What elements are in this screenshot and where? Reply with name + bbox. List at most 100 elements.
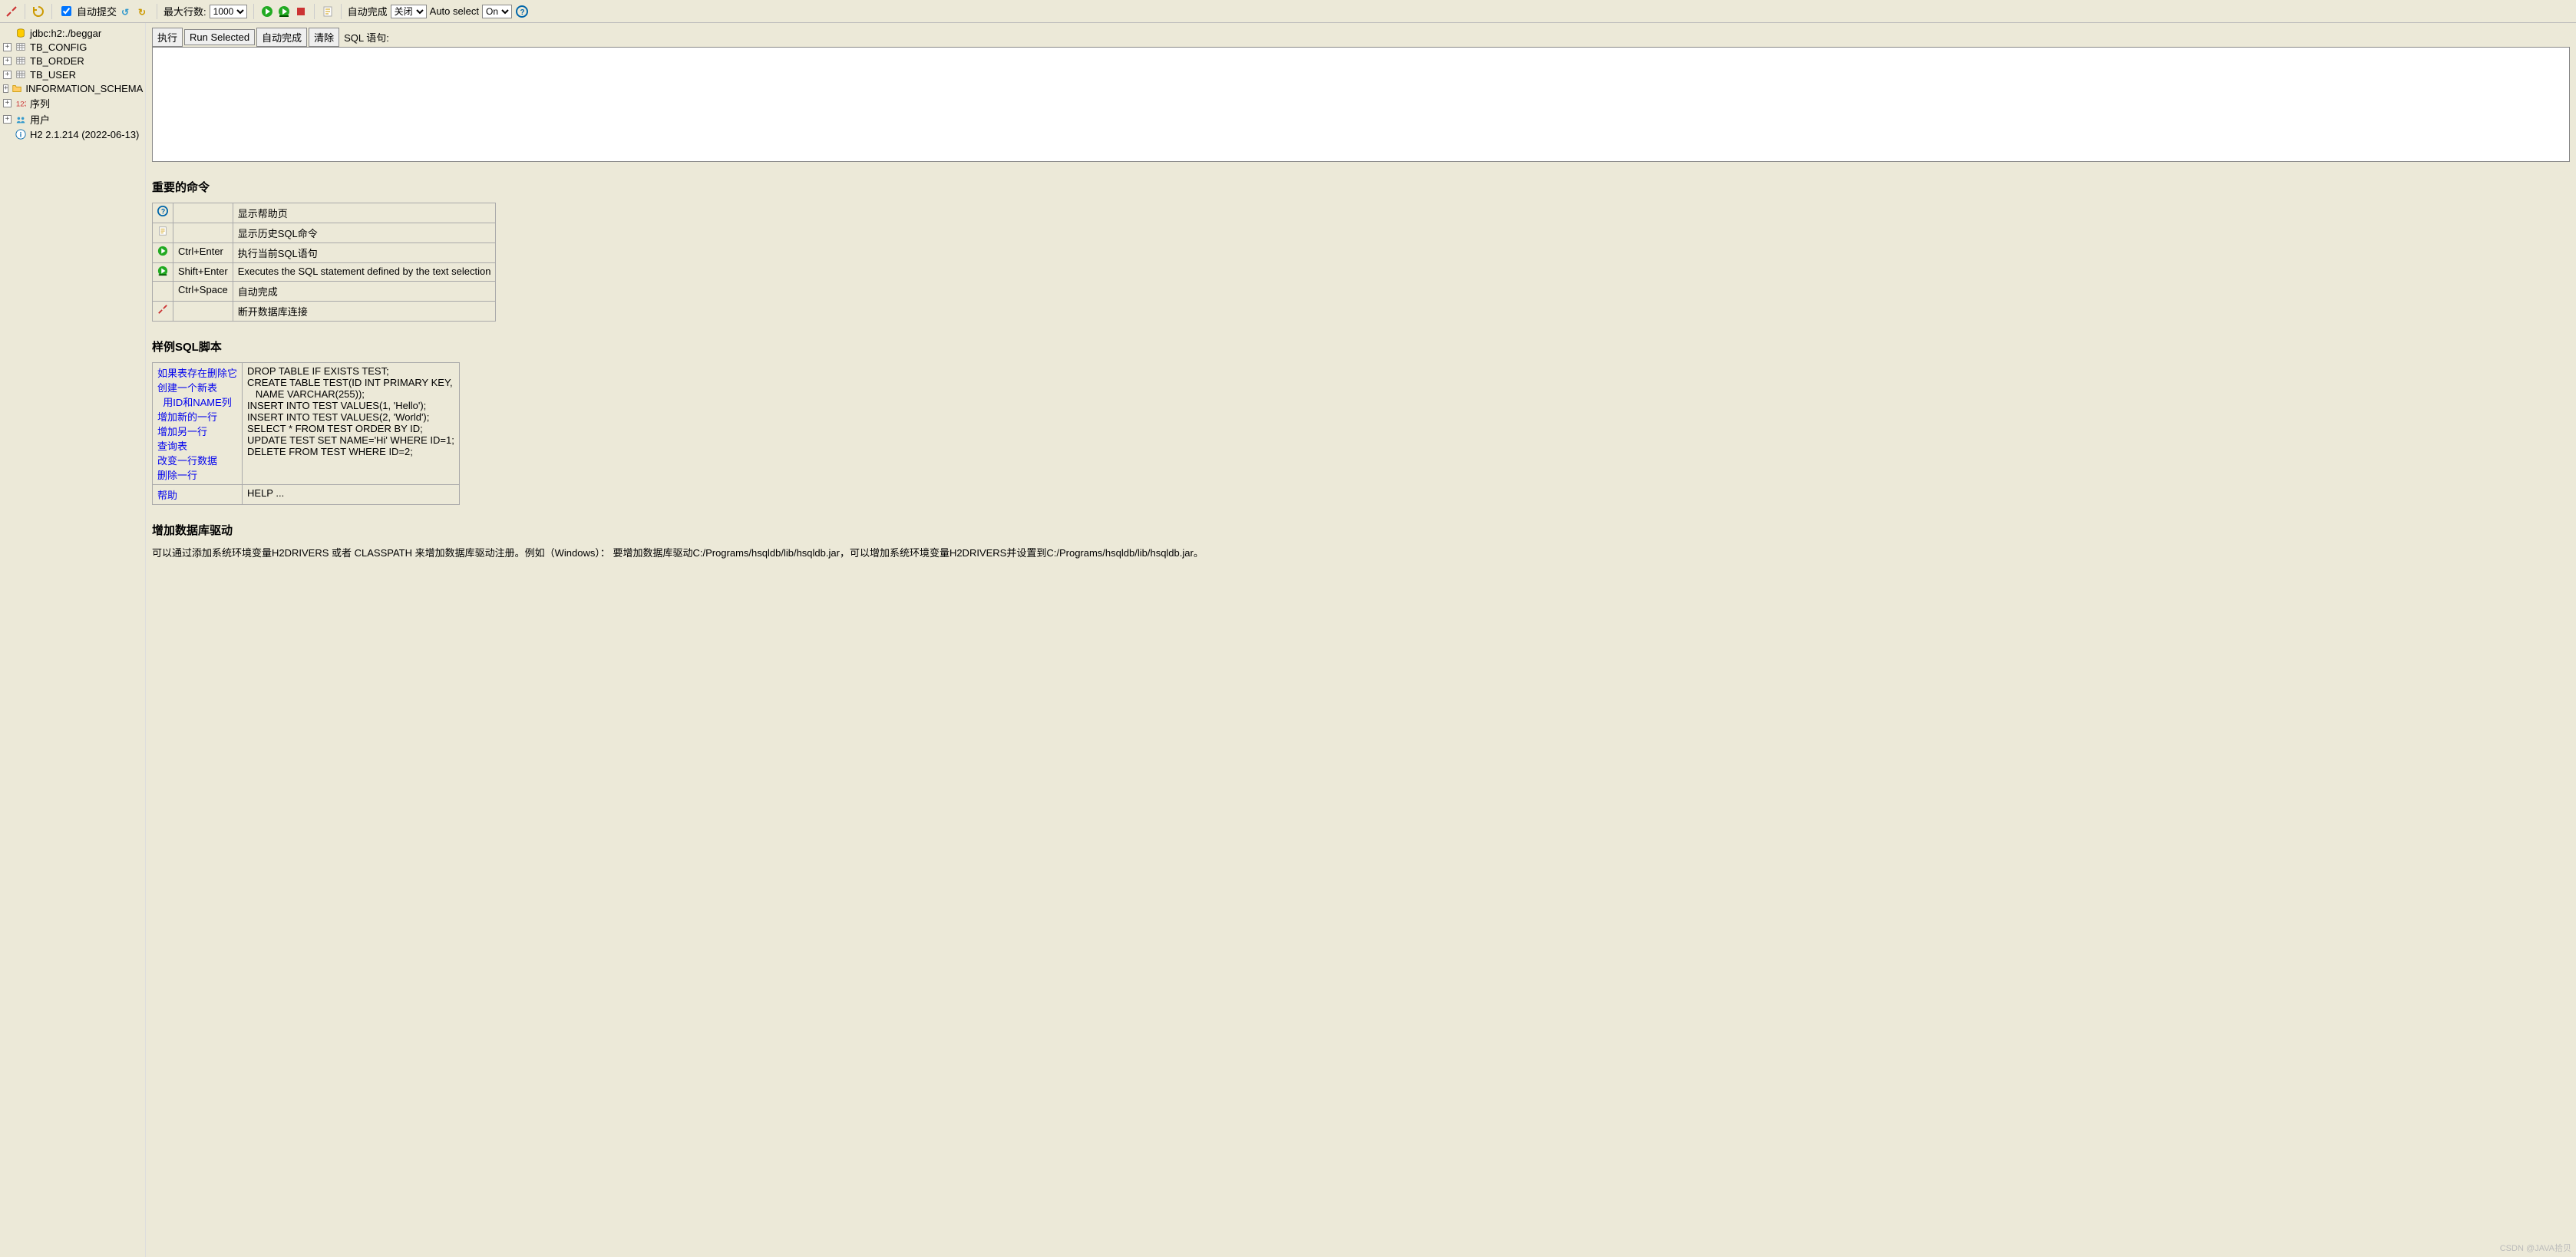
sidebar: jdbc:h2:./beggar + TB_CONFIG + TB_ORDER + TB_… [0, 23, 146, 1257]
clear-button[interactable]: 清除 [309, 28, 339, 47]
sql-input[interactable] [152, 47, 2570, 162]
sample-link[interactable]: 删除一行 [157, 470, 197, 481]
run-selected-icon[interactable] [277, 5, 291, 18]
command-shortcut: Ctrl+Space [173, 282, 233, 302]
table-icon [15, 68, 27, 81]
users-icon [15, 114, 27, 126]
tree-db-label: jdbc:h2:./beggar [30, 28, 101, 39]
watermark: CSDN @JAVA拾贝 [2500, 1242, 2571, 1254]
run-selected-button[interactable]: Run Selected [184, 29, 255, 45]
tree: jdbc:h2:./beggar + TB_CONFIG + TB_ORDER + TB_… [3, 26, 142, 141]
command-icon[interactable] [153, 223, 173, 243]
folder-icon [12, 82, 22, 94]
expand-icon[interactable]: + [3, 99, 12, 107]
command-row: 显示帮助页 [153, 203, 496, 223]
separator [51, 4, 52, 19]
history-icon[interactable] [321, 5, 335, 18]
tree-db-root[interactable]: jdbc:h2:./beggar [3, 26, 142, 40]
autocomplete-select[interactable]: 关闭 [391, 5, 427, 18]
sample-link[interactable]: 创建一个新表 [157, 382, 217, 394]
sample-sql-heading: 样例SQL脚本 [152, 338, 2570, 355]
sample-table: 如果表存在删除它创建一个新表 用ID和NAME列增加新的一行增加另一行查询表改变… [152, 362, 460, 505]
autocommit-label: 自动提交 [77, 4, 117, 18]
important-commands-heading: 重要的命令 [152, 179, 2570, 195]
command-icon[interactable] [153, 243, 173, 263]
tree-item-label: TB_ORDER [30, 55, 84, 67]
tree-version-label: H2 2.1.214 (2022-06-13) [30, 129, 139, 140]
autoselect-select[interactable]: On [482, 5, 512, 18]
disconnect-icon[interactable] [5, 5, 18, 18]
command-icon[interactable] [153, 203, 173, 223]
run-icon[interactable] [260, 5, 274, 18]
help-icon[interactable] [515, 5, 529, 18]
separator [314, 4, 315, 19]
content: 执行 Run Selected 自动完成 清除 SQL 语句: 重要的命令 显示… [146, 23, 2576, 1257]
tree-item-label: TB_USER [30, 69, 76, 81]
tree-item-label: 序列 [30, 96, 50, 111]
command-shortcut [173, 203, 233, 223]
tree-item[interactable]: + TB_CONFIG [3, 40, 142, 54]
refresh-icon[interactable] [31, 5, 45, 18]
tree-item[interactable]: + INFORMATION_SCHEMA [3, 81, 142, 95]
commands-table: 显示帮助页显示历史SQL命令Ctrl+Enter执行当前SQL语句Shift+E… [152, 203, 496, 322]
rollback-icon[interactable] [137, 5, 150, 18]
sample-link[interactable]: 用ID和NAME列 [157, 397, 232, 408]
table-icon [15, 41, 27, 53]
driver-heading: 增加数据库驱动 [152, 522, 2570, 538]
tree-item[interactable]: + TB_ORDER [3, 54, 142, 68]
command-row: Ctrl+Space自动完成 [153, 282, 496, 302]
command-shortcut [173, 302, 233, 322]
command-row: 断开数据库连接 [153, 302, 496, 322]
command-shortcut [173, 223, 233, 243]
toolbar: 自动提交 最大行数: 1000 自动完成 关闭 Auto select On [0, 0, 2576, 23]
info-icon [15, 128, 27, 140]
command-desc: 执行当前SQL语句 [233, 243, 496, 263]
command-icon[interactable] [153, 302, 173, 322]
tree-item[interactable]: + 序列 [3, 95, 142, 111]
seq-icon [15, 97, 27, 110]
expand-icon[interactable]: + [3, 71, 12, 79]
sample-link[interactable]: 如果表存在删除它 [157, 368, 237, 379]
command-shortcut: Shift+Enter [173, 263, 233, 282]
command-row: Ctrl+Enter执行当前SQL语句 [153, 243, 496, 263]
sample-link[interactable]: 增加另一行 [157, 426, 207, 437]
expand-icon[interactable]: + [3, 57, 12, 65]
tree-item[interactable]: + TB_USER [3, 68, 142, 81]
command-icon[interactable] [153, 263, 173, 282]
command-desc: 断开数据库连接 [233, 302, 496, 322]
maxrows-select[interactable]: 1000 [210, 5, 247, 18]
sample-link[interactable]: 增加新的一行 [157, 411, 217, 423]
tree-item-label: TB_CONFIG [30, 41, 87, 53]
autocomplete-button[interactable]: 自动完成 [256, 28, 307, 47]
command-icon [153, 282, 173, 302]
command-desc: Executes the SQL statement defined by th… [233, 263, 496, 282]
tree-item[interactable]: + 用户 [3, 111, 142, 127]
stop-icon[interactable] [294, 5, 308, 18]
command-desc: 显示历史SQL命令 [233, 223, 496, 243]
autocomplete-label: 自动完成 [348, 4, 388, 18]
sample-help-link[interactable]: 帮助 [157, 490, 177, 501]
maxrows-label: 最大行数: [163, 4, 206, 18]
commit-icon[interactable] [120, 5, 134, 18]
separator [341, 4, 342, 19]
tree-item-label: INFORMATION_SCHEMA [25, 83, 143, 94]
expand-icon[interactable]: + [3, 115, 12, 124]
command-desc: 显示帮助页 [233, 203, 496, 223]
tree-version: H2 2.1.214 (2022-06-13) [3, 127, 142, 141]
command-shortcut: Ctrl+Enter [173, 243, 233, 263]
sample-link[interactable]: 改变一行数据 [157, 455, 217, 467]
separator [253, 4, 254, 19]
expand-icon[interactable]: + [3, 84, 8, 93]
sql-controls: 执行 Run Selected 自动完成 清除 SQL 语句: [152, 28, 2570, 47]
command-desc: 自动完成 [233, 282, 496, 302]
sql-label: SQL 语句: [344, 30, 389, 45]
tree-item-label: 用户 [30, 112, 50, 127]
driver-text: 可以通过添加系统环境变量H2DRIVERS 或者 CLASSPATH 来增加数据… [152, 546, 2570, 561]
autocommit-checkbox[interactable] [61, 6, 71, 16]
table-icon [15, 54, 27, 67]
autoselect-label: Auto select [430, 5, 479, 17]
run-button[interactable]: 执行 [152, 28, 183, 47]
command-row: Shift+EnterExecutes the SQL statement de… [153, 263, 496, 282]
expand-icon[interactable]: + [3, 43, 12, 51]
sample-link[interactable]: 查询表 [157, 440, 187, 452]
